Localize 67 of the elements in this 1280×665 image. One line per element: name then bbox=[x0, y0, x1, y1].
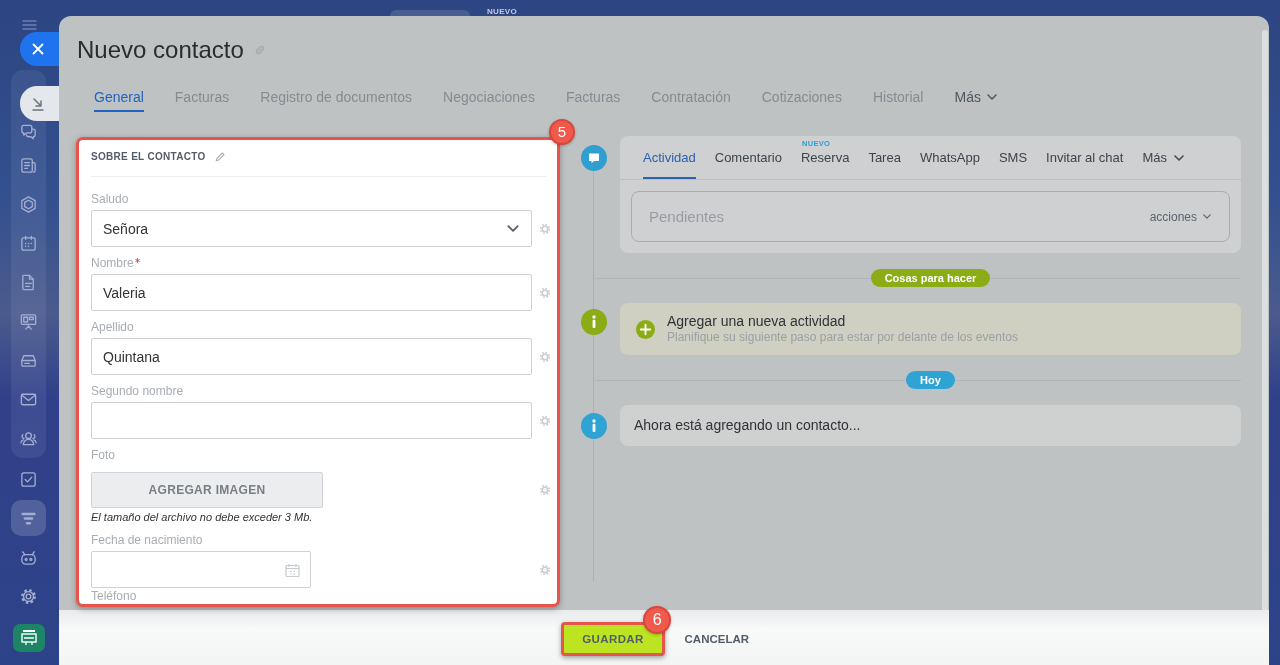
field-label: Saludo bbox=[91, 192, 129, 206]
hint-text: El tamaño del archivo no debe exceder 3 Mb. bbox=[91, 510, 314, 524]
timeline-message: Ahora está agregando un contacto... bbox=[634, 417, 861, 434]
tab[interactable]: WhatsApp bbox=[919, 136, 980, 179]
plus-icon[interactable] bbox=[636, 319, 655, 339]
tab[interactable]: General bbox=[94, 84, 144, 112]
settings-icon[interactable] bbox=[538, 563, 551, 576]
date-field[interactable] bbox=[91, 551, 311, 588]
cancel-button[interactable]: CANCELAR bbox=[678, 622, 755, 656]
page-title: Nuevo contacto bbox=[77, 35, 244, 65]
comment-icon bbox=[581, 145, 607, 171]
close-icon bbox=[32, 43, 44, 55]
hexagon-icon bbox=[19, 194, 38, 214]
field-label: Teléfono bbox=[91, 590, 137, 603]
settings-icon[interactable] bbox=[538, 350, 551, 363]
more-tab[interactable]: Más bbox=[954, 84, 997, 112]
upload-button[interactable]: AGREGAR IMAGEN bbox=[91, 472, 323, 508]
settings-icon[interactable] bbox=[538, 286, 551, 299]
tab[interactable]: Actividad bbox=[643, 136, 696, 179]
settings-icon[interactable] bbox=[538, 414, 551, 427]
close-button[interactable] bbox=[20, 32, 59, 66]
info-icon bbox=[581, 309, 607, 335]
text-input[interactable]: Valeria bbox=[91, 274, 532, 311]
scrollbar[interactable] bbox=[1262, 30, 1268, 610]
menu-icon[interactable] bbox=[22, 20, 37, 30]
select-field[interactable]: Señora bbox=[91, 210, 532, 247]
arrow-to-line-icon bbox=[31, 96, 45, 111]
checkbox-icon bbox=[19, 469, 38, 489]
chevron-down-icon bbox=[1203, 214, 1211, 219]
step-badge: 6 bbox=[643, 606, 672, 634]
toolbar-button[interactable] bbox=[390, 10, 470, 16]
info-icon bbox=[581, 413, 607, 439]
collapse-button[interactable] bbox=[20, 86, 59, 121]
settings-icon[interactable] bbox=[538, 484, 551, 496]
tab[interactable]: Comentario bbox=[714, 136, 782, 179]
app-icon[interactable] bbox=[13, 624, 45, 652]
field-label: Fecha de nacimiento bbox=[91, 533, 203, 547]
calendar-icon[interactable] bbox=[285, 562, 300, 577]
chevron-down-icon bbox=[507, 225, 519, 232]
new-label: NUEVO bbox=[487, 7, 517, 16]
field-label: Apellido bbox=[91, 320, 134, 334]
field-label: Nombre bbox=[91, 256, 134, 270]
tab[interactable]: Invitar al chat bbox=[1046, 136, 1124, 179]
pencil-icon[interactable] bbox=[214, 152, 225, 162]
text-input[interactable] bbox=[91, 402, 532, 439]
settings-icon bbox=[19, 586, 38, 606]
chat-icon bbox=[19, 122, 38, 141]
settings-icon[interactable] bbox=[538, 222, 551, 235]
calendar-icon bbox=[19, 233, 38, 253]
tab[interactable]: SMS bbox=[998, 136, 1028, 179]
step-badge: 5 bbox=[549, 119, 575, 145]
section-title: SOBRE EL CONTACTO bbox=[91, 150, 206, 164]
newspaper-icon bbox=[19, 155, 38, 175]
tab[interactable]: Tarea bbox=[868, 136, 901, 179]
field-label: Segundo nombre bbox=[91, 384, 184, 398]
activity-input[interactable]: Pendientes acciones bbox=[631, 191, 1230, 242]
chevron-down-icon bbox=[1173, 155, 1184, 161]
chevron-down-icon bbox=[986, 94, 997, 100]
text-input[interactable]: Quintana bbox=[91, 338, 532, 375]
group-label: Hoy bbox=[906, 371, 955, 389]
actions-dropdown[interactable]: acciones bbox=[1149, 208, 1211, 225]
sidebar-item[interactable] bbox=[11, 500, 46, 536]
group-label: Cosas para hacer bbox=[870, 269, 991, 287]
activity-title: Agregar una nueva actividad bbox=[667, 313, 847, 330]
presentation-icon bbox=[19, 311, 38, 331]
more-tab[interactable]: Más bbox=[1142, 136, 1184, 179]
field-label: Foto bbox=[91, 448, 115, 462]
